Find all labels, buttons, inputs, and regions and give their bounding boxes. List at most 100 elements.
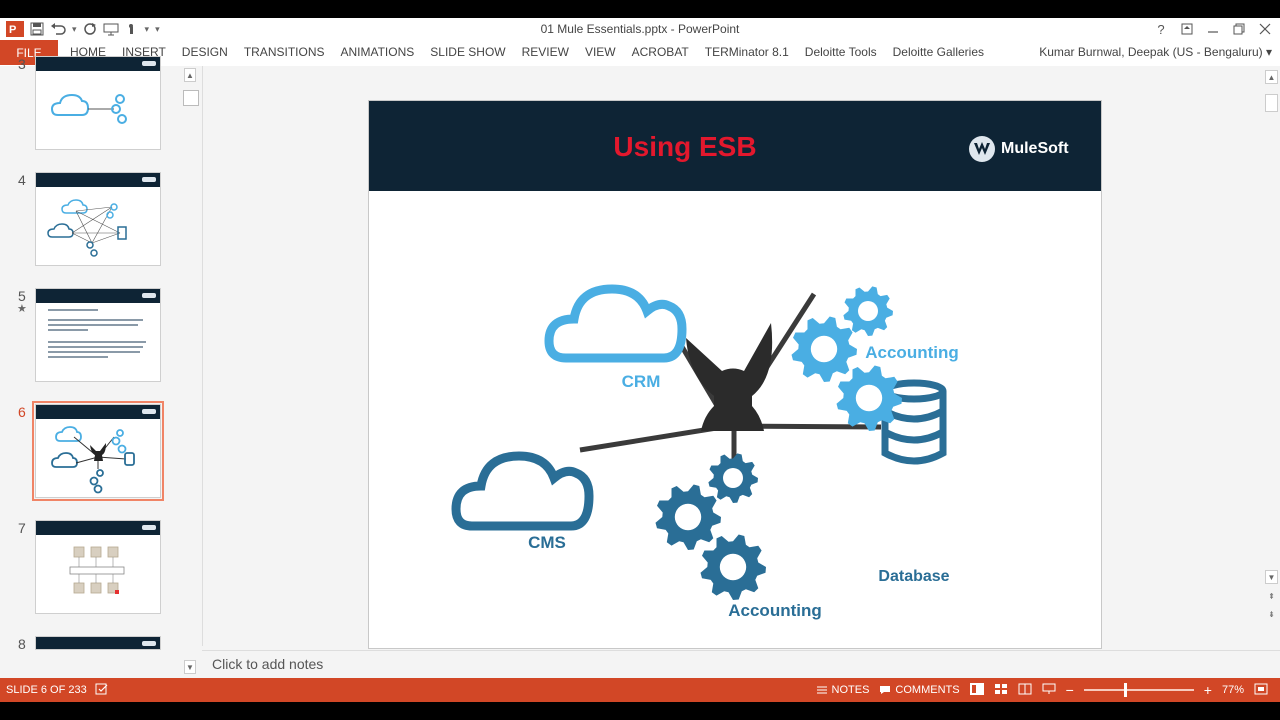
undo-icon[interactable] <box>50 22 66 36</box>
esb-diagram: CRM CMS Database Accounting Accounting <box>369 191 1101 648</box>
notes-placeholder[interactable]: Click to add notes <box>212 656 323 672</box>
user-name: Kumar Burnwal, Deepak (US - Bengaluru) <box>1039 45 1263 59</box>
tab-deloitte-galleries[interactable]: Deloitte Galleries <box>885 40 992 65</box>
tab-list: HOME INSERT DESIGN TRANSITIONS ANIMATIONS SLI… <box>62 40 992 65</box>
thumbnail-preview[interactable] <box>35 288 161 382</box>
slide-number: 6 <box>18 404 26 420</box>
save-icon[interactable] <box>30 22 44 36</box>
slide-number: 4 <box>18 172 26 188</box>
redo-icon[interactable] <box>83 22 97 36</box>
zoom-slider[interactable] <box>1083 683 1194 697</box>
tab-transitions[interactable]: TRANSITIONS <box>236 40 333 65</box>
ribbon-display-icon[interactable] <box>1176 19 1198 39</box>
slide-thumbnail[interactable]: 4 <box>0 170 180 270</box>
logo-text: MuleSoft <box>1001 140 1069 157</box>
slide-thumbnail[interactable]: 7 <box>0 518 180 618</box>
scroll-up-icon[interactable]: ▲ <box>184 68 196 82</box>
window-title: 01 Mule Essentials.pptx - PowerPoint <box>540 22 740 36</box>
start-slideshow-icon[interactable] <box>103 22 119 36</box>
next-slide-icon[interactable]: ⇟ <box>1265 608 1278 622</box>
touch-dropdown-icon[interactable]: ▾ <box>145 24 150 35</box>
customize-qat-icon[interactable]: ▾ <box>155 24 160 35</box>
undo-dropdown-icon[interactable]: ▾ <box>72 24 77 35</box>
crm-cloud-icon <box>544 284 687 363</box>
normal-view-icon[interactable] <box>969 682 984 698</box>
thumbnail-body <box>36 419 160 497</box>
thumbnail-preview[interactable] <box>35 172 161 266</box>
mulesoft-logo-mini <box>142 525 156 530</box>
thumbnails-scrollbar[interactable]: ▲ ▼ <box>182 66 199 678</box>
thumbnail-preview[interactable] <box>35 520 161 614</box>
thumbnail-preview[interactable] <box>32 401 164 501</box>
crm-label: CRM <box>622 372 661 391</box>
chevron-down-icon: ▾ <box>1265 45 1272 59</box>
scroll-down-icon[interactable]: ▼ <box>1265 570 1278 584</box>
thumbnail-header <box>36 521 160 535</box>
tab-review[interactable]: REVIEW <box>514 40 577 65</box>
tab-view[interactable]: VIEW <box>577 40 624 65</box>
scroll-thumb[interactable] <box>1265 94 1278 112</box>
slide-title: Using ESB <box>613 131 757 162</box>
slide-counter: SLIDE 6 OF 233 <box>6 684 87 696</box>
svg-text:P: P <box>9 24 16 36</box>
comments-label: COMMENTS <box>895 684 960 696</box>
close-icon[interactable] <box>1254 19 1276 39</box>
quick-access-toolbar: P ▾ ▾ ▾ <box>6 20 160 38</box>
tab-design[interactable]: DESIGN <box>174 40 236 65</box>
notes-pane[interactable]: Click to add notes <box>202 650 1280 678</box>
slide-number: 8 <box>18 636 26 652</box>
fit-slide-icon[interactable] <box>1254 683 1268 698</box>
thumbnail-header <box>36 173 160 187</box>
slide-sorter-icon[interactable] <box>994 683 1008 698</box>
tab-deloitte-tools[interactable]: Deloitte Tools <box>797 40 885 65</box>
zoom-level[interactable]: 77% <box>1222 684 1244 696</box>
user-account[interactable]: Kumar Burnwal, Deepak (US - Bengaluru) ▾ <box>1039 40 1272 65</box>
thumbnail-body <box>36 303 160 381</box>
thumbnail-body <box>36 71 160 149</box>
workspace: 3 4 5 ★ 6 7 8 ▲ ▼ Using ESB MuleSoft CRM… <box>0 56 1280 678</box>
thumbnail-body <box>36 535 160 613</box>
scroll-down-icon[interactable]: ▼ <box>184 660 196 674</box>
slide-thumbnail[interactable]: 3 <box>0 54 180 154</box>
database-label: Database <box>878 568 949 585</box>
window-controls: ? <box>1150 19 1276 39</box>
scroll-up-icon[interactable]: ▲ <box>1265 70 1278 84</box>
spell-check-icon[interactable] <box>95 683 109 698</box>
thumbnail-preview[interactable] <box>35 636 161 650</box>
notes-icon <box>816 686 827 694</box>
slide-scrollbar[interactable]: ▲ ▼ ⇞ ⇟ <box>1262 66 1280 646</box>
slide-thumbnails-pane: 3 4 5 ★ 6 7 8 <box>0 56 200 678</box>
zoom-slider-handle[interactable] <box>1123 683 1127 697</box>
slide-thumbnail[interactable]: 5 ★ <box>0 286 180 386</box>
tab-animations[interactable]: ANIMATIONS <box>332 40 422 65</box>
accounting-bottom-label: Accounting <box>728 601 822 620</box>
slide-thumbnail[interactable]: 6 <box>0 401 180 502</box>
mulesoft-logo-mini <box>142 641 156 646</box>
tab-slide-show[interactable]: SLIDE SHOW <box>422 40 513 65</box>
current-slide[interactable]: Using ESB MuleSoft CRM CMS Database Acco… <box>368 100 1102 649</box>
slideshow-view-icon[interactable] <box>1042 683 1056 698</box>
reading-view-icon[interactable] <box>1018 683 1032 698</box>
thumbnail-body <box>36 187 160 265</box>
help-icon[interactable]: ? <box>1150 19 1172 39</box>
touch-mode-icon[interactable] <box>125 22 139 36</box>
accounting-top-gear-large-icon <box>836 365 902 431</box>
zoom-in-icon[interactable]: + <box>1204 682 1212 698</box>
thumbnail-preview[interactable] <box>35 56 161 150</box>
accounting-top-label: Accounting <box>865 343 959 362</box>
zoom-out-icon[interactable]: − <box>1066 682 1074 698</box>
tab-terminator-8-1[interactable]: TERMinator 8.1 <box>697 40 797 65</box>
powerpoint-app-icon[interactable]: P <box>6 21 24 37</box>
notes-button[interactable]: NOTES <box>816 684 869 696</box>
tab-acrobat[interactable]: ACROBAT <box>624 40 697 65</box>
minimize-icon[interactable] <box>1202 19 1224 39</box>
mulesoft-logo-mini <box>142 293 156 298</box>
accounting-bottom-gear-large-icon <box>700 534 766 600</box>
thumbnail-header <box>36 289 160 303</box>
previous-slide-icon[interactable]: ⇞ <box>1265 590 1278 604</box>
accounting-bottom-gear-small-icon <box>708 453 758 503</box>
restore-icon[interactable] <box>1228 19 1250 39</box>
animation-star-icon: ★ <box>17 303 27 315</box>
comments-button[interactable]: COMMENTS <box>879 684 960 696</box>
scroll-thumb[interactable] <box>183 90 199 106</box>
